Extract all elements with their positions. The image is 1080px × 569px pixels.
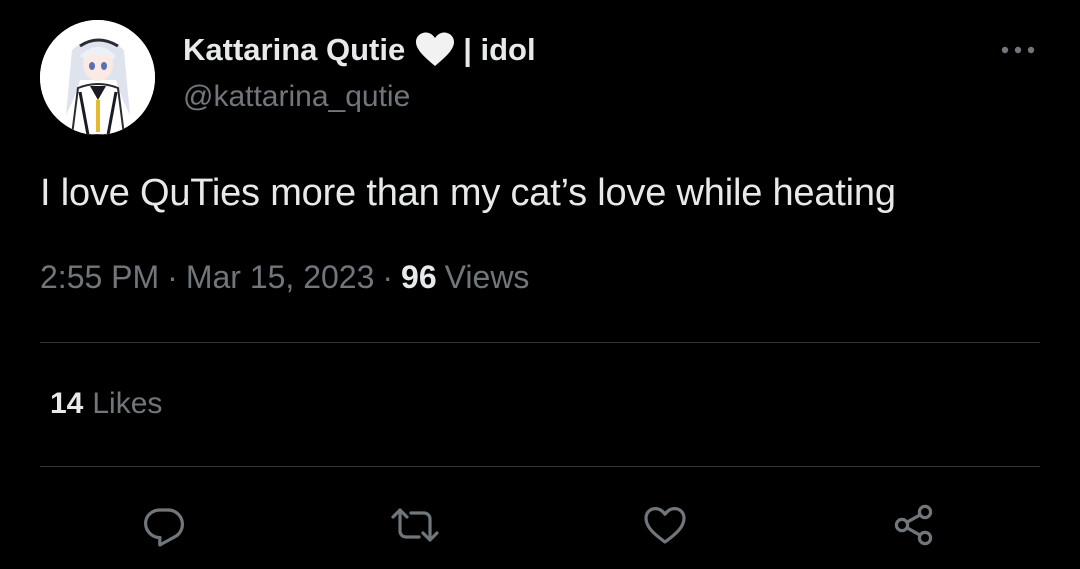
- likes-count: 14: [50, 387, 84, 420]
- share-icon: [894, 504, 933, 546]
- likes-stat[interactable]: 14 Likes: [50, 387, 162, 421]
- tweet-text: I love QuTies more than my cat’s love wh…: [40, 172, 896, 214]
- share-button[interactable]: [889, 500, 939, 550]
- more-options-button[interactable]: [996, 35, 1040, 65]
- meta-separator: ·: [167, 259, 178, 295]
- tweet-time[interactable]: 2:55 PM: [40, 259, 159, 296]
- avatar-image: [40, 20, 155, 135]
- avatar[interactable]: [40, 20, 155, 135]
- tweet-detail: Kattarina Qutie | idol @kattarina_qutie …: [0, 0, 1080, 569]
- author-name-row[interactable]: Kattarina Qutie | idol: [183, 30, 536, 70]
- likes-label: Likes: [92, 387, 163, 420]
- author-name-suffix: | idol: [463, 32, 536, 67]
- white-heart-icon: [415, 32, 455, 68]
- retweet-icon: [391, 508, 439, 542]
- meta-separator: ·: [382, 259, 394, 295]
- divider: [40, 342, 1040, 343]
- divider: [40, 466, 1040, 467]
- author-handle[interactable]: @kattarina_qutie: [183, 80, 410, 114]
- reply-button[interactable]: [139, 500, 189, 550]
- tweet-date[interactable]: Mar 15, 2023: [186, 259, 375, 296]
- tweet-meta: 2:55 PM · Mar 15, 2023 · 96 Views: [40, 259, 529, 296]
- heart-outline-icon: [644, 507, 686, 544]
- like-button[interactable]: [640, 500, 690, 550]
- author-display-name[interactable]: Kattarina Qutie: [183, 32, 405, 68]
- views-count: 96: [401, 259, 437, 295]
- views-label: Views: [444, 259, 530, 295]
- retweet-button[interactable]: [390, 500, 440, 550]
- reply-icon: [144, 508, 184, 547]
- more-icon: [1001, 46, 1035, 54]
